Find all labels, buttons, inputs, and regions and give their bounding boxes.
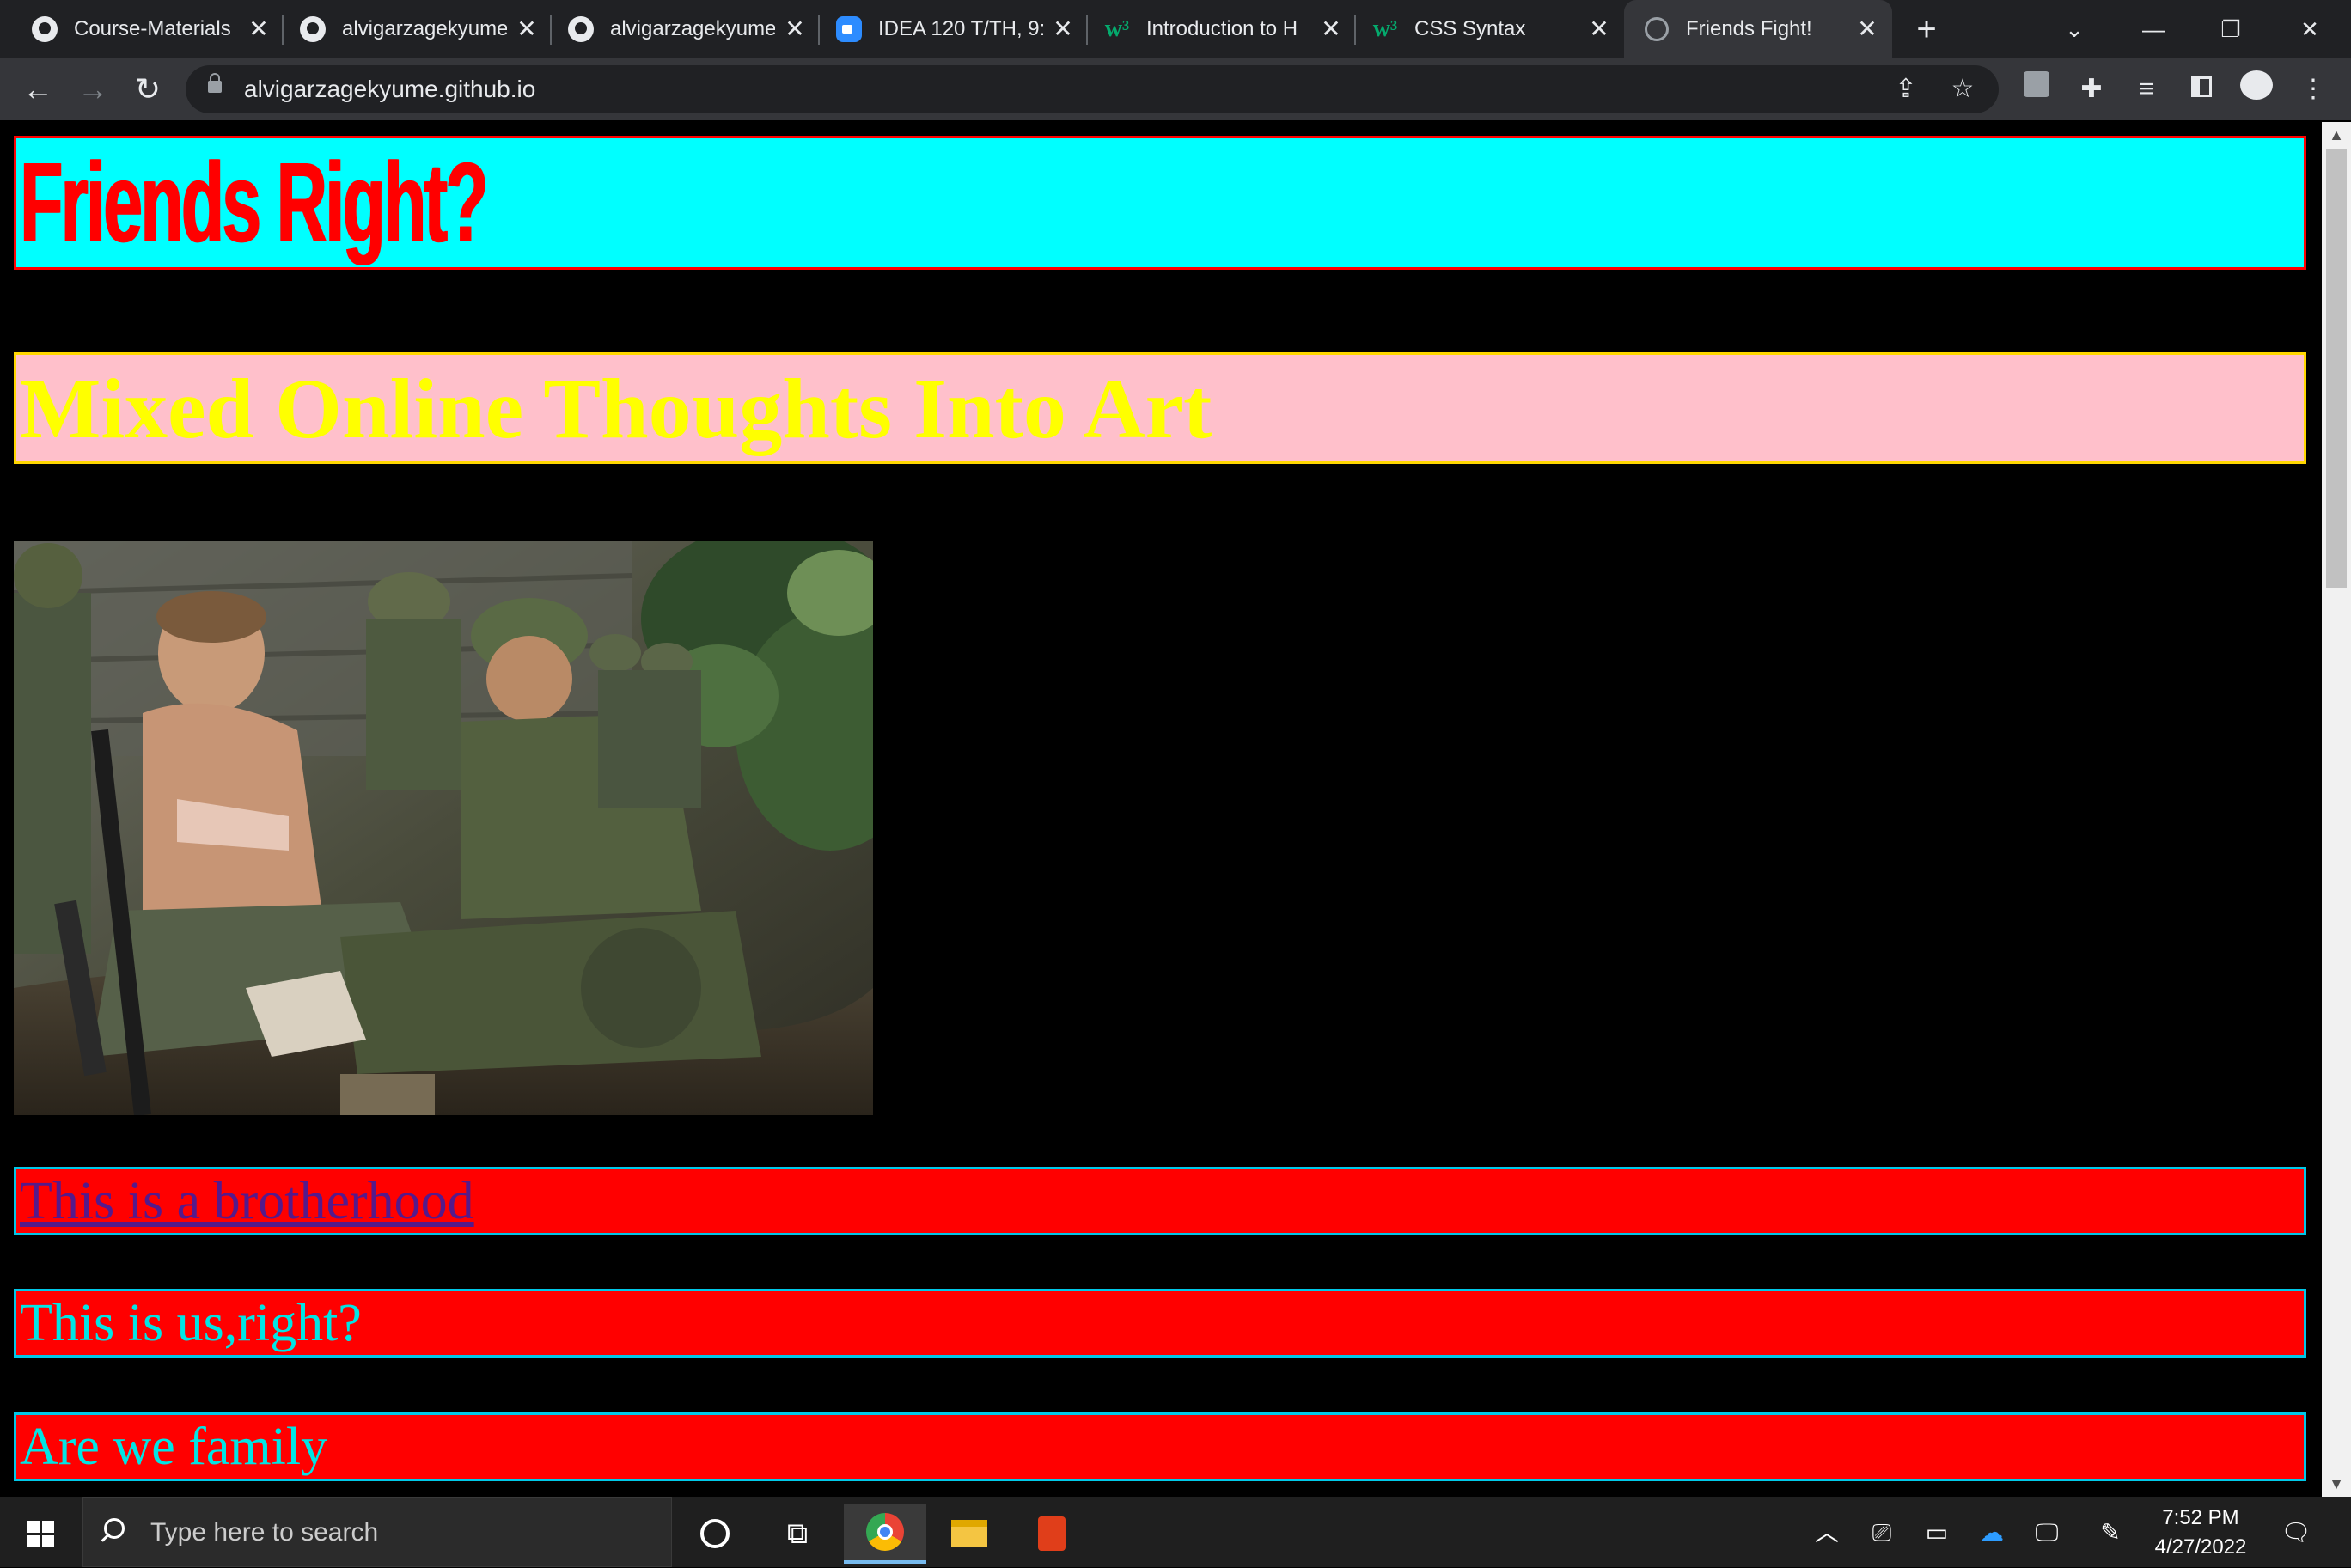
tab-title: IDEA 120 T/TH, 9: — [878, 17, 1043, 40]
page-heading: Friends Right? — [20, 139, 488, 265]
url-text[interactable]: alvigarzagekyume.github.io — [244, 65, 535, 113]
page-subheading: Mixed Online Thoughts Into Art — [20, 361, 1212, 456]
close-icon[interactable]: ✕ — [1854, 16, 1880, 42]
clock-time: 7:52 PM — [2162, 1506, 2239, 1529]
tab-friends-fight[interactable]: Friends Fight! ✕ — [1624, 0, 1892, 58]
tab-title: CSS Syntax — [1414, 17, 1526, 40]
tab-title: Friends Fight! — [1686, 17, 1812, 40]
close-icon[interactable]: ✕ — [782, 16, 808, 42]
tab-strip: Course-Materials ✕ alvigarzagekyume ✕ al… — [0, 0, 2351, 58]
profile-avatar[interactable] — [2238, 70, 2275, 108]
close-icon[interactable]: ✕ — [514, 16, 540, 42]
browser-toolbar: ← → ↻ alvigarzagekyume.github.io ⇪ ☆ ✚ ≡… — [0, 58, 2351, 122]
windows-taskbar: Type here to search ⧉ ︿ ⎚ ▭ ☁ 🖵 ✎ 7:52 P… — [0, 1497, 2351, 1567]
cortana-icon[interactable] — [674, 1504, 756, 1564]
scroll-up-arrow-icon[interactable]: ▲ — [2322, 122, 2351, 148]
show-hidden-icons-icon[interactable]: ︿ — [1810, 1516, 1844, 1550]
share-icon[interactable]: ⇪ — [1887, 70, 1925, 108]
brotherhood-link[interactable]: This is a brotherhood — [20, 1169, 474, 1233]
task-view-icon[interactable]: ⧉ — [756, 1504, 839, 1564]
side-panel-icon[interactable] — [2183, 70, 2220, 108]
windows-start-icon[interactable] — [15, 1512, 64, 1553]
github-icon — [567, 15, 595, 43]
tab-alvigarzagekyume-2[interactable]: alvigarzagekyume ✕ — [552, 0, 820, 58]
search-icon — [104, 1518, 125, 1539]
w3schools-icon: w³ — [1372, 15, 1398, 42]
chrome-menu-icon[interactable]: ⋮ — [2294, 70, 2332, 108]
github-icon — [31, 15, 58, 43]
reload-button[interactable]: ↻ — [129, 70, 167, 108]
taskbar-clock[interactable]: 7:52 PM 4/27/2022 — [2136, 1504, 2265, 1562]
close-icon[interactable]: ✕ — [1586, 16, 1612, 42]
tab-title: alvigarzagekyume — [342, 17, 507, 40]
globe-icon — [1643, 15, 1670, 43]
close-icon[interactable]: ✕ — [1050, 16, 1076, 42]
tab-title: Introduction to H — [1146, 17, 1298, 40]
tab-title: alvigarzagekyume — [610, 17, 775, 40]
extension-icon[interactable] — [2018, 70, 2055, 108]
are-we-family-text: Are we family — [20, 1418, 328, 1476]
pen-workspace-icon[interactable]: ✎ — [2093, 1516, 2128, 1550]
battery-icon[interactable]: ▭ — [1920, 1516, 1954, 1550]
close-icon[interactable]: ✕ — [246, 16, 272, 42]
close-icon[interactable]: ✕ — [1318, 16, 1344, 42]
paragraph-box-this-is-us: This is us,right? — [14, 1289, 2306, 1358]
file-explorer-icon[interactable] — [928, 1504, 1011, 1564]
scrollbar-thumb[interactable] — [2326, 149, 2347, 588]
clock-date: 4/27/2022 — [2154, 1535, 2247, 1559]
minimize-button[interactable]: — — [2128, 9, 2179, 50]
page-subheading-box: Mixed Online Thoughts Into Art — [14, 352, 2306, 464]
tab-alvigarzagekyume-1[interactable]: alvigarzagekyume ✕ — [284, 0, 552, 58]
tab-search-chevron-icon[interactable]: ⌄ — [2049, 9, 2100, 50]
paragraph-box-are-we-family: Are we family — [14, 1412, 2306, 1481]
page-heading-box: Friends Right? — [14, 136, 2306, 270]
tab-idea-120[interactable]: IDEA 120 T/TH, 9: ✕ — [820, 0, 1088, 58]
page-viewport: Friends Right? Mixed Online Thoughts Int… — [0, 122, 2322, 1497]
search-placeholder: Type here to search — [150, 1518, 379, 1547]
address-bar[interactable]: alvigarzagekyume.github.io ⇪ ☆ — [186, 65, 1999, 113]
media-queue-icon[interactable]: ≡ — [2128, 70, 2165, 108]
notification-center-icon[interactable]: 🗨 — [2279, 1516, 2313, 1550]
forward-button[interactable]: → — [74, 70, 112, 108]
w3schools-icon: w³ — [1104, 15, 1130, 42]
tab-introduction-to-html[interactable]: w³ Introduction to H ✕ — [1088, 0, 1356, 58]
taskbar-search-box[interactable]: Type here to search — [82, 1497, 672, 1567]
soldiers-photo — [14, 541, 873, 1115]
this-is-us-text: This is us,right? — [20, 1294, 362, 1352]
network-icon[interactable]: 🖵 — [2030, 1516, 2064, 1550]
github-icon — [299, 15, 327, 43]
tab-course-materials[interactable]: Course-Materials ✕ — [0, 0, 284, 58]
meet-now-icon[interactable]: ⎚ — [1865, 1516, 1899, 1550]
bookmark-star-icon[interactable]: ☆ — [1944, 70, 1982, 108]
new-tab-button[interactable]: + — [1909, 12, 1944, 46]
close-window-button[interactable]: ✕ — [2284, 9, 2336, 50]
extensions-puzzle-icon[interactable]: ✚ — [2073, 70, 2110, 108]
restore-button[interactable]: ❐ — [2205, 9, 2256, 50]
tab-css-syntax[interactable]: w³ CSS Syntax ✕ — [1356, 0, 1624, 58]
zoom-icon — [835, 15, 863, 43]
paragraph-box-brotherhood: This is a brotherhood — [14, 1167, 2306, 1235]
onedrive-cloud-icon[interactable]: ☁ — [1975, 1516, 2009, 1550]
page-scrollbar[interactable]: ▲ ▼ — [2322, 122, 2351, 1497]
back-button[interactable]: ← — [19, 70, 57, 108]
office-icon[interactable] — [1011, 1504, 1093, 1564]
tab-title: Course-Materials — [74, 17, 231, 40]
scroll-down-arrow-icon[interactable]: ▼ — [2322, 1471, 2351, 1497]
chrome-taskbar-icon[interactable] — [844, 1504, 926, 1564]
soldiers-photo-graphic — [14, 541, 873, 1115]
lock-icon[interactable] — [208, 73, 222, 93]
